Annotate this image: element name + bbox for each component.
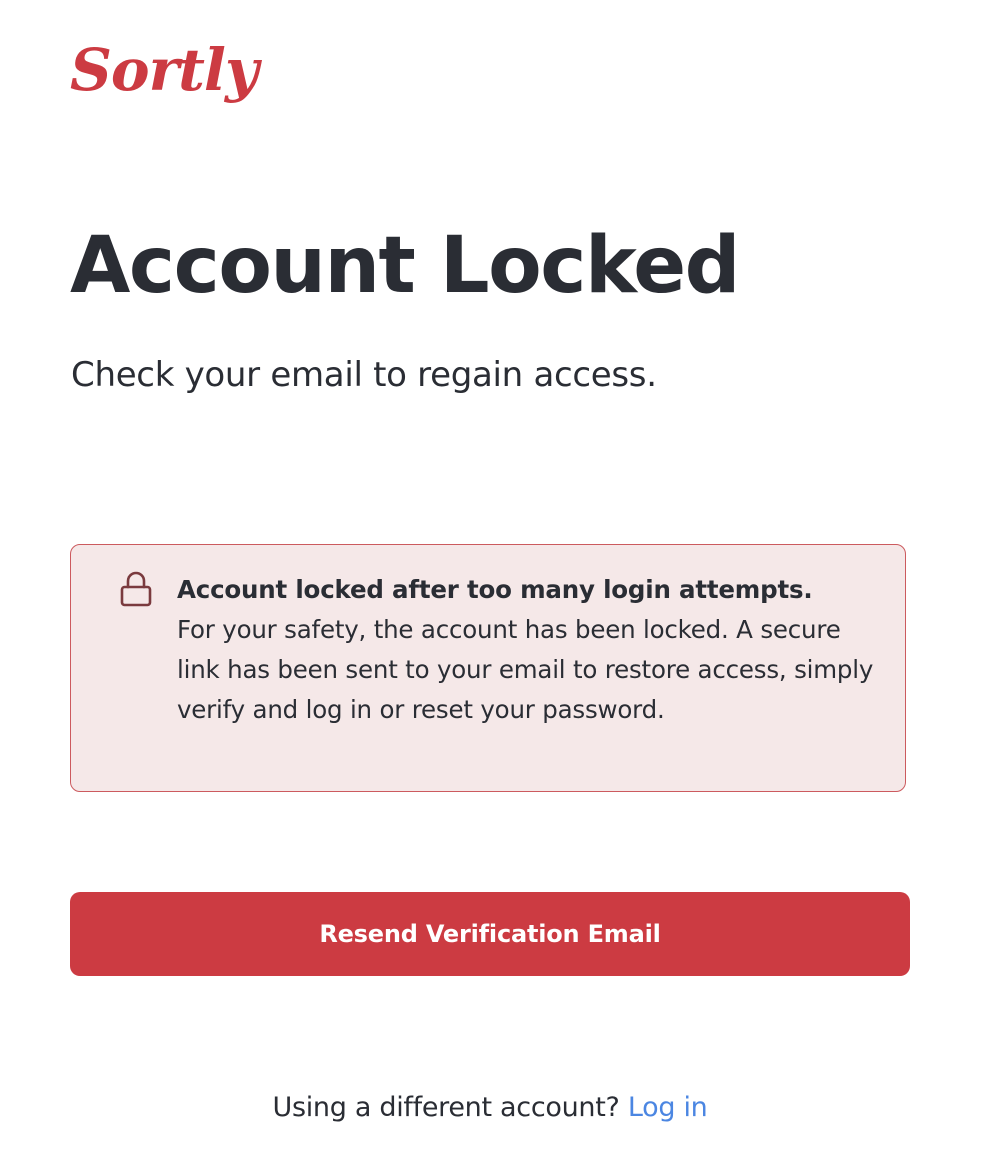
sortly-logo: Sortly [70, 36, 264, 104]
lock-icon [120, 571, 152, 607]
resend-verification-email-button[interactable]: Resend Verification Email [70, 892, 910, 976]
page-title: Account Locked [70, 221, 740, 311]
account-locked-alert: Account locked after too many login atte… [70, 544, 906, 792]
log-in-link[interactable]: Log in [628, 1092, 708, 1123]
alert-heading: Account locked after too many login atte… [177, 575, 813, 604]
alert-body: For your safety, the account has been lo… [177, 615, 874, 724]
footer-switch-account: Using a different account? Log in [0, 1088, 980, 1128]
footer-prompt: Using a different account? [272, 1092, 620, 1123]
alert-message: Account locked after too many login atte… [177, 570, 877, 730]
logo-text: Sortly [70, 36, 263, 104]
page-subtitle: Check your email to regain access. [71, 355, 657, 395]
